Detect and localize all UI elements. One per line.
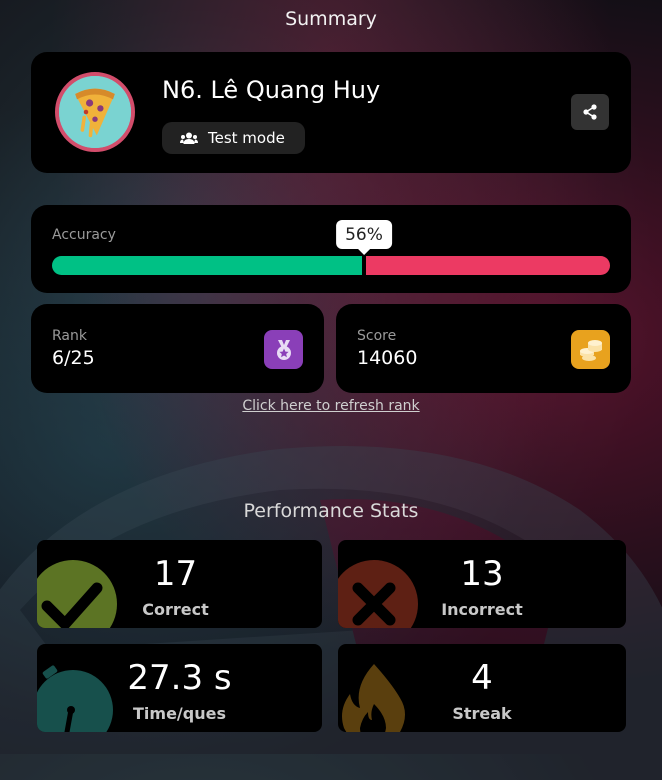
- score-label: Score: [357, 328, 397, 344]
- correct-count: 17: [153, 554, 198, 594]
- pizza-slice-avatar: [55, 72, 135, 152]
- test-mode-label: Test mode: [208, 129, 285, 147]
- player-card: N6. Lê Quang Huy Test mode: [31, 52, 631, 173]
- accuracy-label: Accuracy: [52, 227, 116, 243]
- player-name: N6. Lê Quang Huy: [162, 76, 381, 104]
- streak-stat-card: 4 Streak: [338, 644, 626, 732]
- rank-label: Rank: [52, 328, 87, 344]
- rank-value: 6/25: [52, 347, 95, 369]
- performance-stats-title: Performance Stats: [243, 500, 419, 522]
- accuracy-bar: [52, 256, 610, 275]
- score-value: 14060: [357, 347, 418, 369]
- users-icon: [180, 132, 198, 144]
- accuracy-card: Accuracy 56%: [31, 205, 631, 293]
- refresh-rank-link[interactable]: Click here to refresh rank: [0, 398, 662, 414]
- test-mode-badge: Test mode: [162, 122, 305, 154]
- accuracy-incorrect-fill: [366, 256, 610, 275]
- incorrect-label: Incorrect: [441, 600, 523, 619]
- streak-label: Streak: [452, 704, 512, 723]
- medal-icon: [264, 330, 303, 369]
- correct-label: Correct: [142, 600, 209, 619]
- accuracy-percent-tooltip: 56%: [336, 220, 392, 255]
- correct-stat-card: 17 Correct: [37, 540, 322, 628]
- incorrect-stat-card: 13 Incorrect: [338, 540, 626, 628]
- page-title: Summary: [285, 8, 377, 30]
- share-icon: [583, 104, 597, 120]
- share-button[interactable]: [571, 94, 609, 130]
- rank-card: Rank 6/25: [31, 304, 324, 393]
- streak-value: 4: [471, 658, 493, 698]
- time-per-question-stat-card: 27.3 s Time/ques: [37, 644, 322, 732]
- accuracy-correct-fill: [52, 256, 362, 275]
- coins-icon: [571, 330, 610, 369]
- time-per-question-value: 27.3 s: [127, 658, 232, 698]
- incorrect-count: 13: [460, 554, 504, 594]
- score-card: Score 14060: [336, 304, 631, 393]
- time-per-question-label: Time/ques: [133, 704, 226, 723]
